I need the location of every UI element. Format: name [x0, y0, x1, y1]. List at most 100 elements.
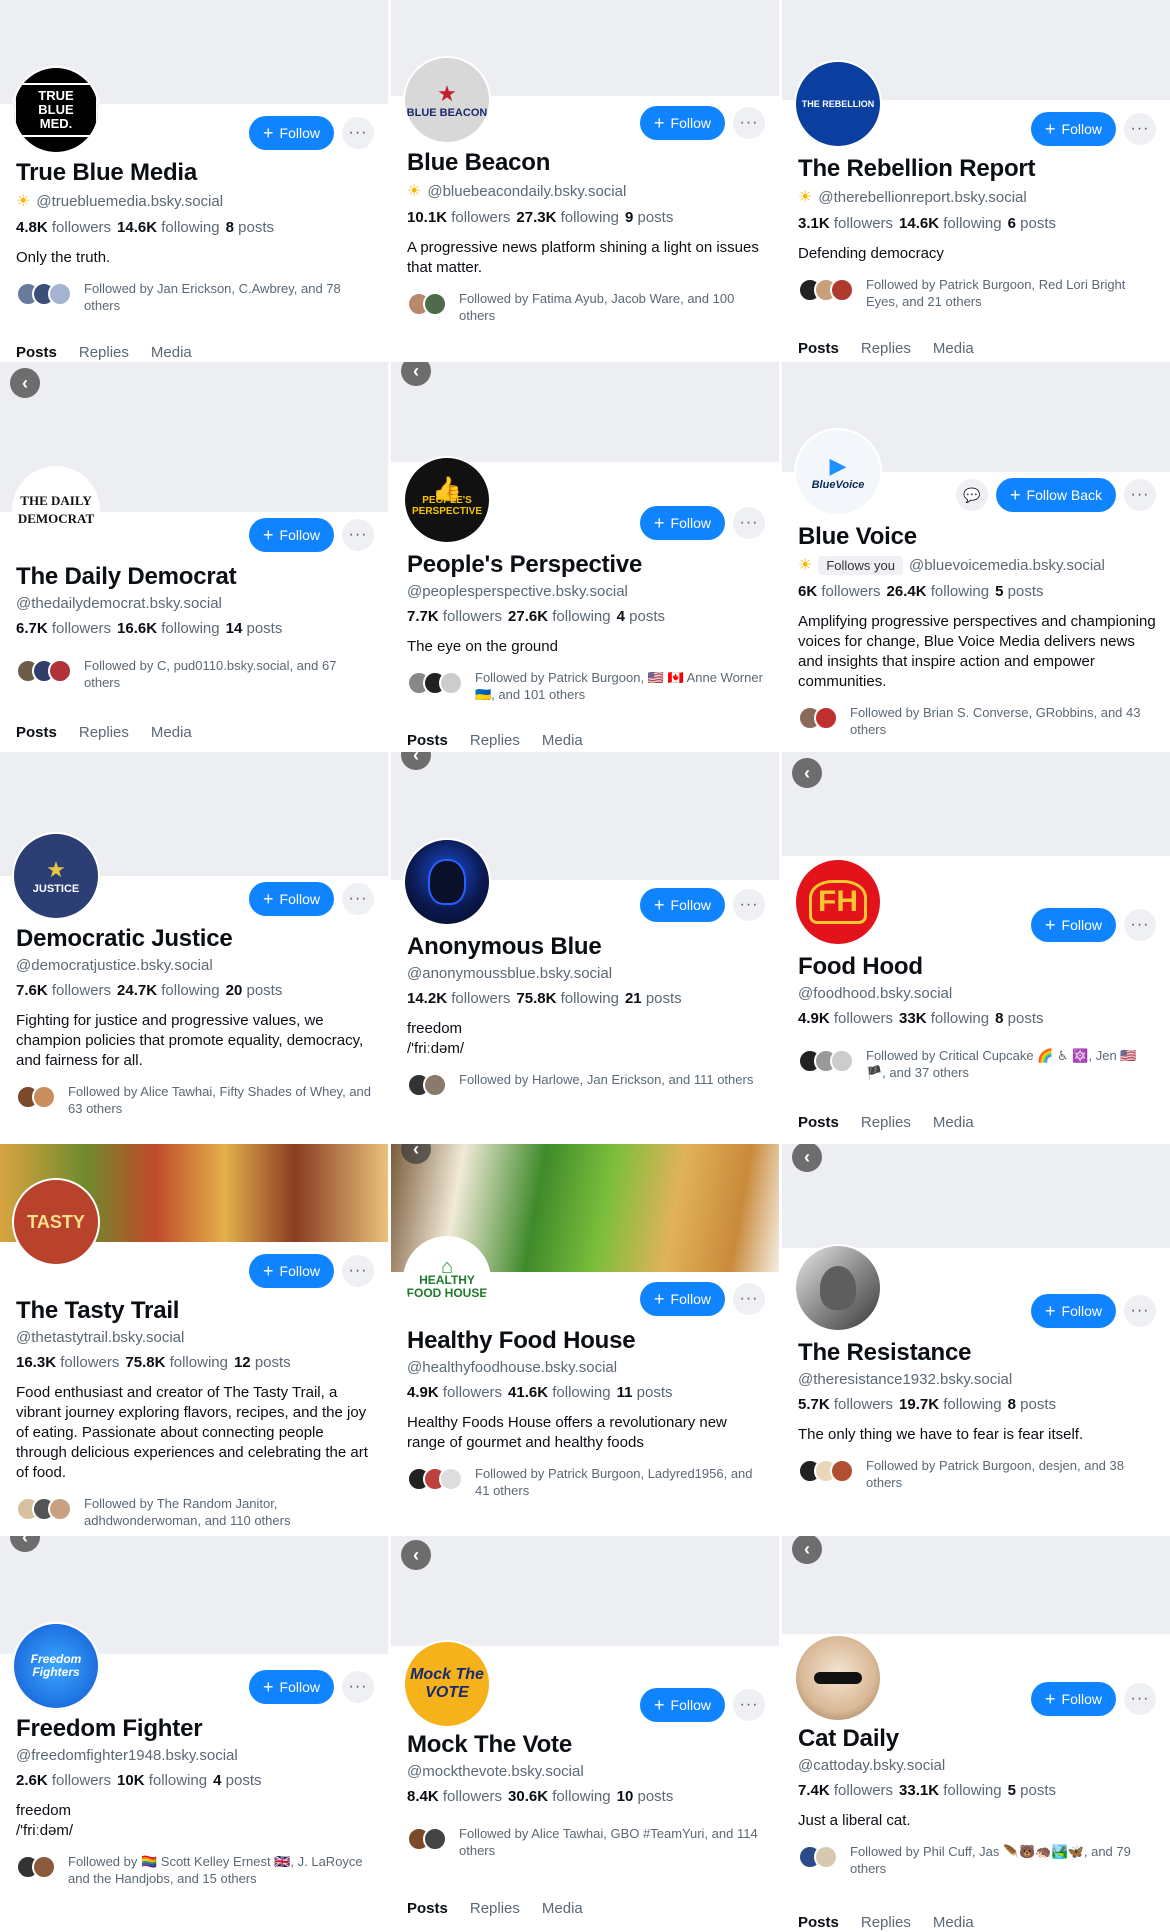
- followed-by[interactable]: Followed by Patrick Burgoon, 🇺🇸 🇨🇦 Anne …: [407, 669, 767, 703]
- follow-button[interactable]: + Follow: [640, 888, 725, 922]
- more-options-button[interactable]: ···: [733, 107, 765, 139]
- follow-button[interactable]: + Follow: [640, 1282, 725, 1316]
- avatar[interactable]: 👍 PEOPLE'S PERSPECTIVE: [403, 456, 491, 544]
- message-button[interactable]: 💬: [956, 479, 989, 511]
- follow-button[interactable]: + Follow: [1031, 908, 1116, 942]
- followers-count[interactable]: 4.9K: [407, 1384, 439, 1401]
- following-count[interactable]: 30.6K: [508, 1788, 548, 1805]
- avatar[interactable]: Mock The VOTE: [403, 1640, 491, 1728]
- tab-media[interactable]: Media: [933, 340, 974, 357]
- tab-replies[interactable]: Replies: [861, 1114, 911, 1131]
- more-options-button[interactable]: ···: [1124, 479, 1156, 511]
- tab-replies[interactable]: Replies: [79, 344, 129, 360]
- following-count[interactable]: 33.1K: [899, 1782, 939, 1799]
- following-count[interactable]: 41.6K: [508, 1384, 548, 1401]
- tab-media[interactable]: Media: [151, 344, 192, 360]
- follow-button[interactable]: + Follow: [1031, 1294, 1116, 1328]
- more-options-button[interactable]: ···: [1124, 909, 1156, 941]
- following-count[interactable]: 26.4K: [887, 583, 927, 600]
- followers-count[interactable]: 2.6K: [16, 1772, 48, 1789]
- followed-by[interactable]: Followed by Alice Tawhai, Fifty Shades o…: [16, 1083, 376, 1117]
- follow-button[interactable]: + Follow: [249, 1670, 334, 1704]
- more-options-button[interactable]: ···: [342, 519, 374, 551]
- following-count[interactable]: 24.7K: [117, 982, 157, 999]
- back-button[interactable]: ‹: [401, 1540, 431, 1570]
- followers-count[interactable]: 6.7K: [16, 620, 48, 637]
- avatar[interactable]: ⌂ HEALTHY FOOD HOUSE: [403, 1236, 491, 1324]
- followed-by[interactable]: Followed by Patrick Burgoon, Red Lori Br…: [798, 276, 1158, 310]
- followed-by[interactable]: Followed by Jan Erickson, C.Awbrey, and …: [16, 280, 376, 314]
- following-count[interactable]: 16.6K: [117, 620, 157, 637]
- tab-replies[interactable]: Replies: [79, 724, 129, 741]
- followers-count[interactable]: 7.7K: [407, 608, 439, 625]
- more-options-button[interactable]: ···: [342, 1671, 374, 1703]
- followed-by[interactable]: Followed by Brian S. Converse, GRobbins,…: [798, 704, 1158, 738]
- avatar[interactable]: FH: [794, 858, 882, 946]
- tab-media[interactable]: Media: [151, 724, 192, 741]
- avatar[interactable]: THE REBELLION: [794, 60, 882, 148]
- more-options-button[interactable]: ···: [733, 1283, 765, 1315]
- following-count[interactable]: 33K: [899, 1010, 927, 1027]
- followers-count[interactable]: 14.2K: [407, 990, 447, 1007]
- more-options-button[interactable]: ···: [1124, 113, 1156, 145]
- tab-media[interactable]: Media: [542, 732, 583, 749]
- tab-replies[interactable]: Replies: [470, 732, 520, 749]
- following-count[interactable]: 10K: [117, 1772, 145, 1789]
- avatar[interactable]: ▶ BlueVoice: [794, 428, 882, 516]
- tab-replies[interactable]: Replies: [470, 1900, 520, 1917]
- avatar[interactable]: [403, 838, 491, 926]
- more-options-button[interactable]: ···: [1124, 1683, 1156, 1715]
- followed-by[interactable]: Followed by Alice Tawhai, GBO #TeamYuri,…: [407, 1825, 767, 1859]
- more-options-button[interactable]: ···: [342, 883, 374, 915]
- follow-button[interactable]: + Follow: [249, 882, 334, 916]
- followed-by[interactable]: Followed by 🏳️‍🌈 Scott Kelley Ernest 🇬🇧,…: [16, 1853, 376, 1887]
- tab-media[interactable]: Media: [933, 1114, 974, 1131]
- follow-back-button[interactable]: + Follow Back: [996, 478, 1116, 512]
- tab-posts[interactable]: Posts: [798, 1914, 839, 1931]
- followed-by[interactable]: Followed by Patrick Burgoon, Ladyred1956…: [407, 1465, 767, 1499]
- avatar[interactable]: ★ JUSTICE: [12, 832, 100, 920]
- avatar[interactable]: TASTY: [12, 1178, 100, 1266]
- more-options-button[interactable]: ···: [733, 1689, 765, 1721]
- following-count[interactable]: 14.6K: [899, 215, 939, 232]
- more-options-button[interactable]: ···: [733, 889, 765, 921]
- following-count[interactable]: 19.7K: [899, 1396, 939, 1413]
- followed-by[interactable]: Followed by Critical Cupcake 🌈 ♿ 🔯, Jen …: [798, 1047, 1158, 1081]
- followers-count[interactable]: 8.4K: [407, 1788, 439, 1805]
- following-count[interactable]: 27.6K: [508, 608, 548, 625]
- followers-count[interactable]: 4.8K: [16, 219, 48, 236]
- avatar[interactable]: ★ BLUE BEACON: [403, 56, 491, 144]
- more-options-button[interactable]: ···: [342, 117, 374, 149]
- tab-posts[interactable]: Posts: [16, 344, 57, 360]
- tab-media[interactable]: Media: [933, 1914, 974, 1931]
- following-count[interactable]: 75.8K: [125, 1354, 165, 1371]
- followers-count[interactable]: 10.1K: [407, 209, 447, 226]
- follow-button[interactable]: + Follow: [249, 1254, 334, 1288]
- avatar[interactable]: [794, 1634, 882, 1722]
- avatar[interactable]: TRUE BLUE MED.: [12, 66, 100, 154]
- tab-replies[interactable]: Replies: [861, 1914, 911, 1931]
- follow-button[interactable]: + Follow: [1031, 1682, 1116, 1716]
- more-options-button[interactable]: ···: [733, 507, 765, 539]
- followed-by[interactable]: Followed by Phil Cuff, Jas 🪶🐻🦔🏞️🦋, and 7…: [798, 1843, 1158, 1877]
- back-button[interactable]: ‹: [10, 368, 40, 398]
- tab-posts[interactable]: Posts: [407, 732, 448, 749]
- following-count[interactable]: 14.6K: [117, 219, 157, 236]
- more-options-button[interactable]: ···: [342, 1255, 374, 1287]
- tab-replies[interactable]: Replies: [861, 340, 911, 357]
- following-count[interactable]: 75.8K: [516, 990, 556, 1007]
- follow-button[interactable]: + Follow: [249, 116, 334, 150]
- followed-by[interactable]: Followed by Harlowe, Jan Erickson, and 1…: [407, 1071, 767, 1097]
- followers-count[interactable]: 16.3K: [16, 1354, 56, 1371]
- followers-count[interactable]: 4.9K: [798, 1010, 830, 1027]
- tab-posts[interactable]: Posts: [16, 724, 57, 741]
- tab-posts[interactable]: Posts: [407, 1900, 448, 1917]
- more-options-button[interactable]: ···: [1124, 1295, 1156, 1327]
- avatar[interactable]: [794, 1244, 882, 1332]
- tab-posts[interactable]: Posts: [798, 1114, 839, 1131]
- followers-count[interactable]: 5.7K: [798, 1396, 830, 1413]
- follow-button[interactable]: + Follow: [249, 518, 334, 552]
- followers-count[interactable]: 7.6K: [16, 982, 48, 999]
- follow-button[interactable]: + Follow: [640, 106, 725, 140]
- tab-media[interactable]: Media: [542, 1900, 583, 1917]
